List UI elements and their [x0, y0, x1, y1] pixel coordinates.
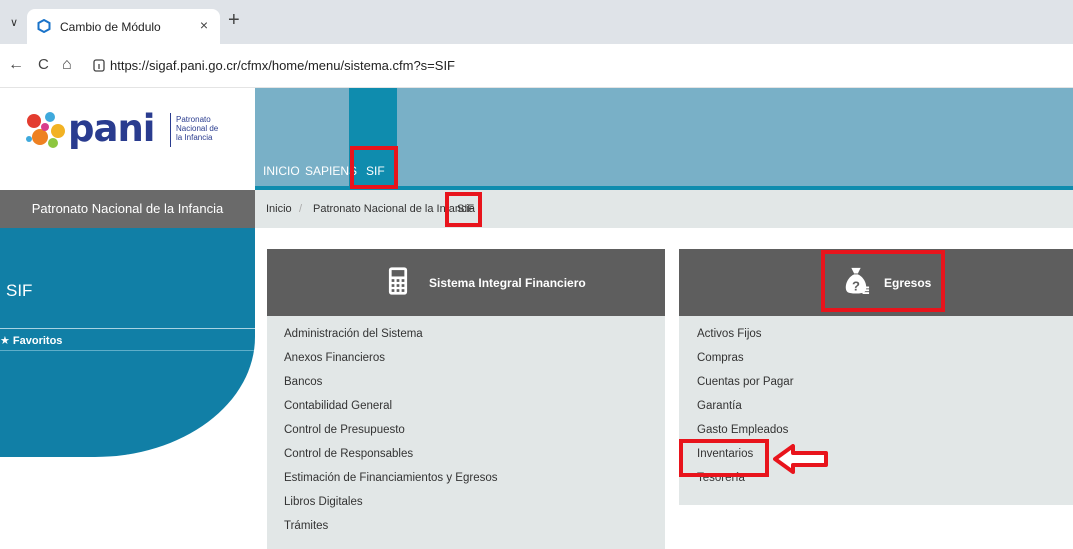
menu-item-gasto-empleados[interactable]: Gasto Empleados	[697, 424, 788, 436]
sidebar: SIF ★ Favoritos	[0, 228, 255, 457]
logo-wordmark: pani	[68, 107, 155, 150]
highlight-box-inventarios	[679, 439, 769, 477]
reload-icon[interactable]: C	[38, 56, 49, 74]
logo-subtitle-line: Patronato	[176, 115, 211, 124]
menu-item-responsables[interactable]: Control de Responsables	[284, 448, 413, 460]
logo-subtitle-line: Nacional de	[176, 124, 219, 133]
menu-item-garantia[interactable]: Garantía	[697, 400, 742, 412]
sidebar-divider	[0, 350, 255, 351]
red-arrow-left-icon	[773, 444, 828, 474]
tab-close-icon[interactable]: ×	[200, 17, 208, 33]
sidebar-divider	[0, 328, 255, 329]
menu-item-anexos[interactable]: Anexos Financieros	[284, 352, 385, 364]
highlight-box-sif-nav	[350, 146, 398, 189]
browser-tab[interactable]: Cambio de Módulo ×	[27, 9, 220, 44]
browser-tab-bar: ∨ Cambio de Módulo × +	[0, 0, 1073, 44]
back-icon[interactable]: ←	[8, 56, 24, 74]
logo-subtitle-line: la Infancia	[176, 133, 213, 142]
panel-body-sif: Administración del Sistema Anexos Financ…	[267, 316, 665, 549]
new-tab-icon[interactable]: +	[228, 10, 240, 30]
site-info-icon[interactable]	[93, 59, 105, 72]
menu-item-contabilidad[interactable]: Contabilidad General	[284, 400, 392, 412]
calculator-icon	[388, 267, 408, 295]
pani-star-logo-icon	[26, 112, 65, 148]
hexagon-favicon-icon	[37, 19, 51, 33]
menu-item-cuentas-por-pagar[interactable]: Cuentas por Pagar	[697, 376, 794, 388]
menu-item-libros[interactable]: Libros Digitales	[284, 496, 363, 508]
menu-item-presupuesto[interactable]: Control de Presupuesto	[284, 424, 405, 436]
breadcrumb: Inicio / Patronato Nacional de la Infanc…	[255, 190, 1073, 228]
menu-item-compras[interactable]: Compras	[697, 352, 744, 364]
menu-item-activos-fijos[interactable]: Activos Fijos	[697, 328, 762, 340]
logo-subtitle: Patronato Nacional de la Infancia	[176, 115, 246, 142]
menu-item-tramites[interactable]: Trámites	[284, 520, 328, 532]
pani-logo[interactable]: pani Patronato Nacional de la Infancia	[0, 88, 255, 190]
menu-item-estimacion[interactable]: Estimación de Financiamientos y Egresos	[284, 472, 498, 484]
sidebar-org-title: Patronato Nacional de la Infancia	[0, 190, 255, 228]
breadcrumb-separator: /	[299, 203, 303, 215]
home-icon[interactable]: ⌂	[62, 56, 72, 74]
panel-header-sif[interactable]: Sistema Integral Financiero	[267, 249, 665, 316]
menu-item-bancos[interactable]: Bancos	[284, 376, 322, 388]
breadcrumb-item-inicio[interactable]: Inicio	[266, 203, 292, 215]
sidebar-favorites-link[interactable]: ★ Favoritos	[0, 334, 62, 347]
panel-title-sif: Sistema Integral Financiero	[429, 276, 586, 290]
nav-link-inicio[interactable]: INICIO	[263, 164, 300, 178]
logo-divider	[170, 113, 171, 147]
highlight-box-sif-breadcrumb	[445, 192, 482, 227]
address-bar: ← C ⌂ https://sigaf.pani.go.cr/cfmx/home…	[0, 44, 1073, 88]
sidebar-heading: SIF	[6, 281, 33, 300]
menu-item-administracion[interactable]: Administración del Sistema	[284, 328, 423, 340]
url-field[interactable]: https://sigaf.pani.go.cr/cfmx/home/menu/…	[110, 58, 455, 73]
highlight-box-egresos	[821, 250, 945, 312]
tab-title: Cambio de Módulo	[60, 20, 161, 34]
tab-list-chevron-icon[interactable]: ∨	[10, 16, 18, 29]
